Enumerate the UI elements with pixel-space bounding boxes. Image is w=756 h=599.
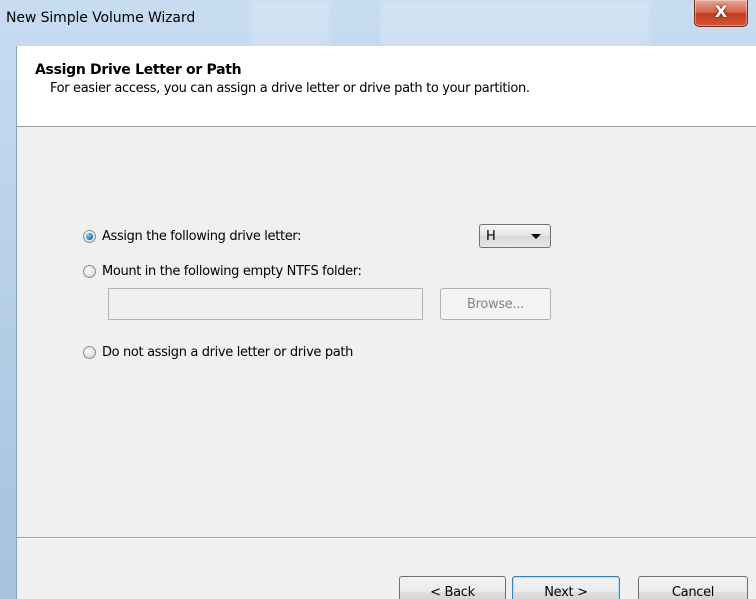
radio-mount-folder[interactable]: [83, 265, 96, 278]
option-assign-letter-label: Assign the following drive letter:: [102, 229, 302, 244]
option-no-assign[interactable]: Do not assign a drive letter or drive pa…: [83, 345, 353, 360]
option-mount-folder[interactable]: Mount in the following empty NTFS folder…: [83, 264, 362, 279]
background-window-blur: [380, 0, 650, 46]
wizard-window: New Simple Volume Wizard X Assign Drive …: [0, 0, 756, 599]
option-no-assign-label: Do not assign a drive letter or drive pa…: [102, 345, 353, 360]
next-button[interactable]: Next >: [512, 576, 620, 599]
option-mount-folder-label: Mount in the following empty NTFS folder…: [102, 264, 362, 279]
wizard-header: Assign Drive Letter or Path For easier a…: [17, 46, 756, 127]
radio-no-assign[interactable]: [83, 346, 96, 359]
chevron-down-icon: [531, 234, 541, 239]
wizard-client-area: Assign Drive Letter or Path For easier a…: [16, 46, 756, 599]
drive-letter-value: H: [486, 229, 496, 244]
window-title: New Simple Volume Wizard: [6, 10, 196, 26]
close-icon: X: [714, 2, 728, 21]
radio-assign-letter[interactable]: [83, 230, 96, 243]
browse-button[interactable]: Browse...: [440, 288, 551, 320]
page-subtitle: For easier access, you can assign a driv…: [50, 81, 530, 96]
drive-letter-dropdown[interactable]: H: [479, 224, 551, 248]
footer-divider: [17, 537, 756, 539]
close-button[interactable]: X: [694, 0, 748, 27]
background-window-blur: [250, 0, 330, 46]
option-assign-letter[interactable]: Assign the following drive letter:: [83, 229, 302, 244]
page-title: Assign Drive Letter or Path: [35, 62, 242, 78]
back-button[interactable]: < Back: [399, 576, 506, 599]
cancel-button[interactable]: Cancel: [638, 576, 748, 599]
folder-path-input[interactable]: [108, 288, 423, 320]
